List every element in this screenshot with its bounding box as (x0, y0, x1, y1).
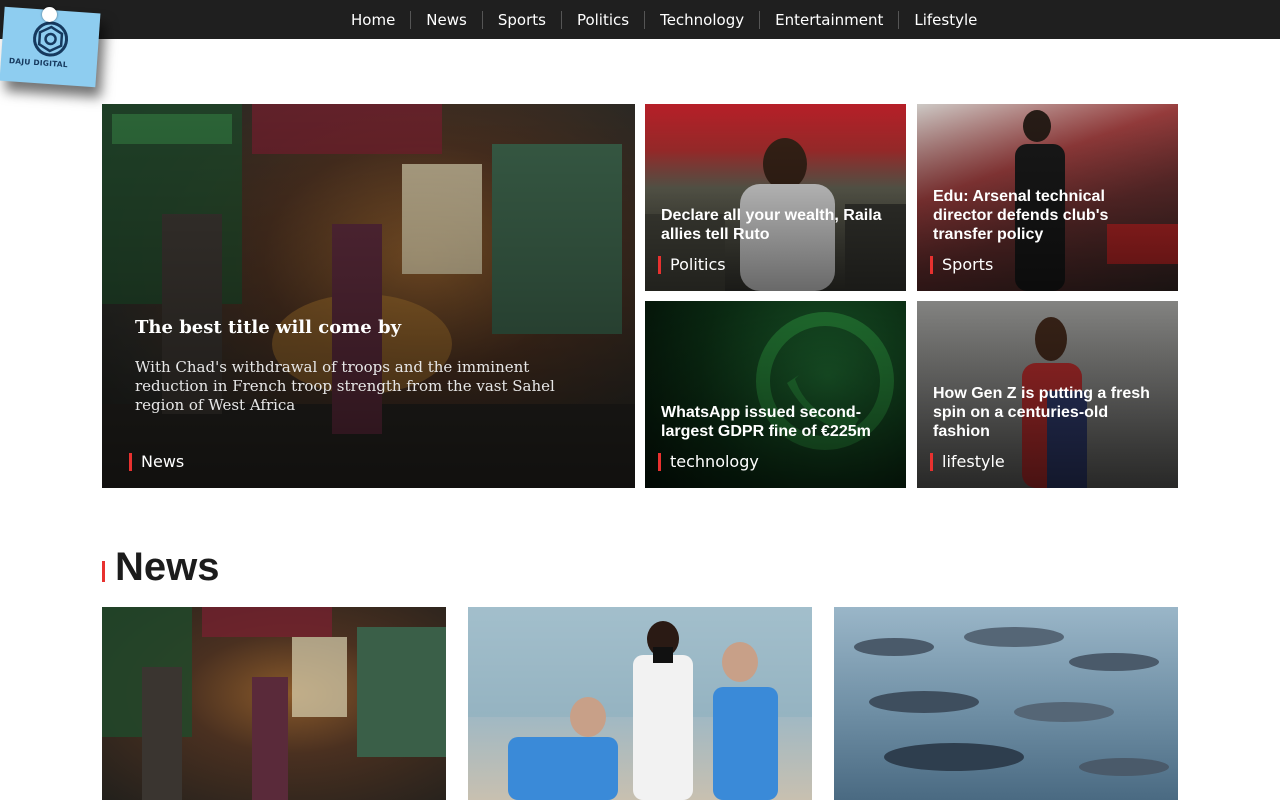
nav-item-news[interactable]: News (410, 10, 482, 29)
hero-tile-category[interactable]: technology (658, 453, 759, 471)
news-card[interactable] (102, 607, 446, 800)
hero-main-title[interactable]: The best title will come by (135, 317, 401, 338)
hero-tile-category[interactable]: lifestyle (930, 453, 1005, 471)
hero-main-category[interactable]: News (129, 453, 184, 471)
pin-icon (42, 7, 57, 22)
top-navigation-bar: Home News Sports Politics Technology Ent… (0, 0, 1280, 39)
hero-tile-technology[interactable]: WhatsApp issued second-largest GDPR fine… (645, 301, 906, 488)
hero-tile-lifestyle[interactable]: How Gen Z is putting a fresh spin on a c… (917, 301, 1178, 488)
news-card-image (102, 607, 446, 800)
section-title: News (115, 545, 220, 589)
nav-menu: Home News Sports Politics Technology Ent… (336, 0, 992, 39)
hero-tile-title[interactable]: How Gen Z is putting a fresh spin on a c… (933, 384, 1168, 441)
news-card-image (468, 607, 812, 800)
hero-tile-title[interactable]: Edu: Arsenal technical director defends … (933, 187, 1133, 244)
hero-main-article[interactable]: The best title will come by With Chad's … (102, 104, 635, 488)
news-card[interactable] (468, 607, 812, 800)
hero-tile-sports[interactable]: Edu: Arsenal technical director defends … (917, 104, 1178, 291)
hero-tile-title[interactable]: Declare all your wealth, Raila allies te… (661, 206, 896, 244)
nav-item-entertainment[interactable]: Entertainment (759, 10, 898, 29)
section-accent-bar (102, 561, 105, 582)
hero-tile-politics[interactable]: Declare all your wealth, Raila allies te… (645, 104, 906, 291)
news-card[interactable] (834, 607, 1178, 800)
news-card-image (854, 627, 1169, 776)
logo-emblem-icon (33, 21, 69, 57)
hero-main-excerpt: With Chad's withdrawal of troops and the… (135, 358, 555, 414)
nav-item-sports[interactable]: Sports (481, 10, 561, 29)
nav-item-home[interactable]: Home (336, 11, 410, 29)
hero-tile-category[interactable]: Politics (658, 256, 726, 274)
hero-tile-category[interactable]: Sports (930, 256, 993, 274)
nav-item-technology[interactable]: Technology (644, 10, 759, 29)
hero-tile-title[interactable]: WhatsApp issued second-largest GDPR fine… (661, 403, 886, 441)
nav-item-politics[interactable]: Politics (560, 10, 644, 29)
nav-item-lifestyle[interactable]: Lifestyle (898, 10, 992, 29)
